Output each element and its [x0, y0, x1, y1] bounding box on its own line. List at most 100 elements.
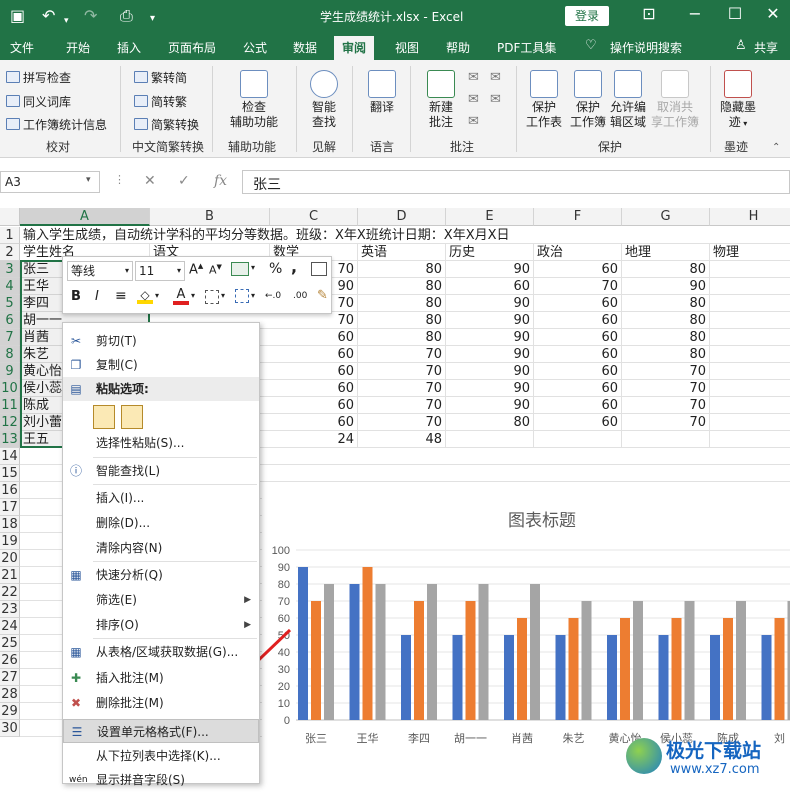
row-header[interactable]: 29: [0, 703, 20, 720]
menu-item-paste-special[interactable]: 选择性粘贴(S)...: [63, 431, 259, 455]
chevron-down-icon[interactable]: ▾: [251, 263, 255, 272]
row-header[interactable]: 16: [0, 482, 20, 499]
merge-cells-icon[interactable]: [235, 289, 249, 303]
menu-item-delete[interactable]: 删除(D)...: [63, 511, 259, 535]
menu-item-insert[interactable]: 插入(I)...: [63, 486, 259, 510]
score-cell[interactable]: 70: [358, 380, 446, 397]
bar[interactable]: [311, 601, 321, 720]
score-cell[interactable]: 70: [534, 278, 622, 295]
score-cell[interactable]: 70: [358, 363, 446, 380]
score-cell[interactable]: 90: [446, 312, 534, 329]
bar[interactable]: [401, 635, 411, 720]
menu-item-filter[interactable]: 筛选(E)▶: [63, 588, 259, 612]
row-header[interactable]: 11: [0, 397, 20, 414]
menu-item-copy[interactable]: ❐复制(C): [63, 353, 259, 377]
score-cell[interactable]: 60: [534, 397, 622, 414]
chart-title[interactable]: 图表标题: [508, 511, 576, 530]
tab-insert[interactable]: 插入: [117, 39, 141, 56]
formula-input[interactable]: 张三: [242, 170, 790, 194]
undo-icon[interactable]: ↶: [42, 6, 55, 26]
score-cell[interactable]: [446, 431, 534, 448]
header-cell[interactable]: 英语: [358, 244, 446, 261]
row-header[interactable]: 24: [0, 618, 20, 635]
score-cell[interactable]: 80: [358, 295, 446, 312]
score-cell[interactable]: 60: [534, 295, 622, 312]
increase-decimal-button[interactable]: ←.0: [265, 291, 281, 301]
bar[interactable]: [414, 601, 424, 720]
row-header[interactable]: 27: [0, 669, 20, 686]
align-center-icon[interactable]: ≡: [115, 288, 127, 304]
column-header[interactable]: G: [622, 208, 710, 226]
chinese-conversion-button[interactable]: 简繁转换: [134, 116, 199, 133]
row-header[interactable]: 15: [0, 465, 20, 482]
enter-icon[interactable]: ✓: [178, 173, 190, 189]
bar[interactable]: [775, 618, 785, 720]
score-cell[interactable]: 60: [270, 346, 358, 363]
score-cell[interactable]: 70: [358, 397, 446, 414]
score-cell[interactable]: 24: [270, 431, 358, 448]
bar[interactable]: [324, 584, 334, 720]
bar[interactable]: [723, 618, 733, 720]
collapse-ribbon-icon[interactable]: ⌃: [772, 142, 780, 153]
insert-function-icon[interactable]: fx: [214, 173, 227, 189]
bar[interactable]: [376, 584, 386, 720]
undo-dropdown-icon[interactable]: ▾: [64, 11, 69, 31]
score-cell[interactable]: 48: [358, 431, 446, 448]
row-header[interactable]: 9: [0, 363, 20, 380]
score-cell[interactable]: 60: [534, 329, 622, 346]
simp-to-trad-button[interactable]: 简转繁: [134, 93, 187, 110]
score-cell[interactable]: 70: [358, 414, 446, 431]
protect-workbook-button[interactable]: 保护 工作簿: [566, 70, 610, 130]
menu-item-cut[interactable]: ✂剪切(T): [63, 329, 259, 353]
tell-me-search[interactable]: 操作说明搜索: [610, 39, 682, 56]
row-header[interactable]: 28: [0, 686, 20, 703]
row-header[interactable]: 8: [0, 346, 20, 363]
chevron-down-icon[interactable]: ▾: [155, 291, 159, 300]
score-cell[interactable]: 80: [358, 312, 446, 329]
italic-button[interactable]: I: [95, 289, 99, 304]
percent-style-button[interactable]: %: [269, 261, 282, 277]
score-cell[interactable]: 80: [622, 329, 710, 346]
score-cell[interactable]: 70: [622, 414, 710, 431]
score-cell[interactable]: 90: [446, 329, 534, 346]
row-header[interactable]: 26: [0, 652, 20, 669]
score-cell[interactable]: 80: [622, 346, 710, 363]
row-header[interactable]: 20: [0, 550, 20, 567]
bar[interactable]: [736, 601, 746, 720]
row-header[interactable]: 18: [0, 516, 20, 533]
translate-button[interactable]: 翻译: [362, 70, 402, 115]
score-cell[interactable]: 60: [534, 346, 622, 363]
paste-values-icon[interactable]: [121, 405, 143, 429]
menu-item-clear-contents[interactable]: 清除内容(N): [63, 536, 259, 560]
format-painter-icon[interactable]: ✎: [317, 288, 328, 303]
tab-pdf-tools[interactable]: PDF工具集: [497, 39, 556, 56]
row-header[interactable]: 7: [0, 329, 20, 346]
bar[interactable]: [466, 601, 476, 720]
fill-color-icon[interactable]: ◇: [137, 288, 153, 304]
score-cell[interactable]: 60: [534, 380, 622, 397]
tab-review[interactable]: 审阅: [334, 36, 374, 60]
trad-to-simp-button[interactable]: 繁转简: [134, 69, 187, 86]
score-cell[interactable]: 70: [270, 312, 358, 329]
menu-item-insert-comment[interactable]: ✚插入批注(M): [63, 666, 259, 690]
print-preview-icon[interactable]: ⎙: [120, 6, 133, 26]
row-header[interactable]: 1: [0, 227, 20, 244]
menu-item-sort[interactable]: 排序(O)▶: [63, 613, 259, 637]
title-cell[interactable]: 输入学生成绩，自动统计学科的平均分等数据。班级：X年X班统计日期：X年X月X日: [20, 227, 620, 244]
bar[interactable]: [530, 584, 540, 720]
menu-item-phonetic[interactable]: wén显示拼音字段(S): [63, 768, 259, 792]
score-cell[interactable]: 80: [622, 261, 710, 278]
share-button[interactable]: 共享: [754, 39, 778, 56]
score-cell[interactable]: 80: [622, 312, 710, 329]
check-accessibility-button[interactable]: 检查 辅助功能: [222, 70, 286, 130]
grow-font-button[interactable]: A▲: [189, 262, 203, 277]
score-cell[interactable]: 90: [446, 397, 534, 414]
column-header[interactable]: H: [710, 208, 790, 226]
row-header[interactable]: 6: [0, 312, 20, 329]
row-header[interactable]: 5: [0, 295, 20, 312]
font-size-box[interactable]: 11▾: [135, 261, 185, 281]
score-cell[interactable]: 90: [446, 363, 534, 380]
score-cell[interactable]: 80: [446, 414, 534, 431]
row-header[interactable]: 30: [0, 720, 20, 737]
row-header[interactable]: 23: [0, 601, 20, 618]
